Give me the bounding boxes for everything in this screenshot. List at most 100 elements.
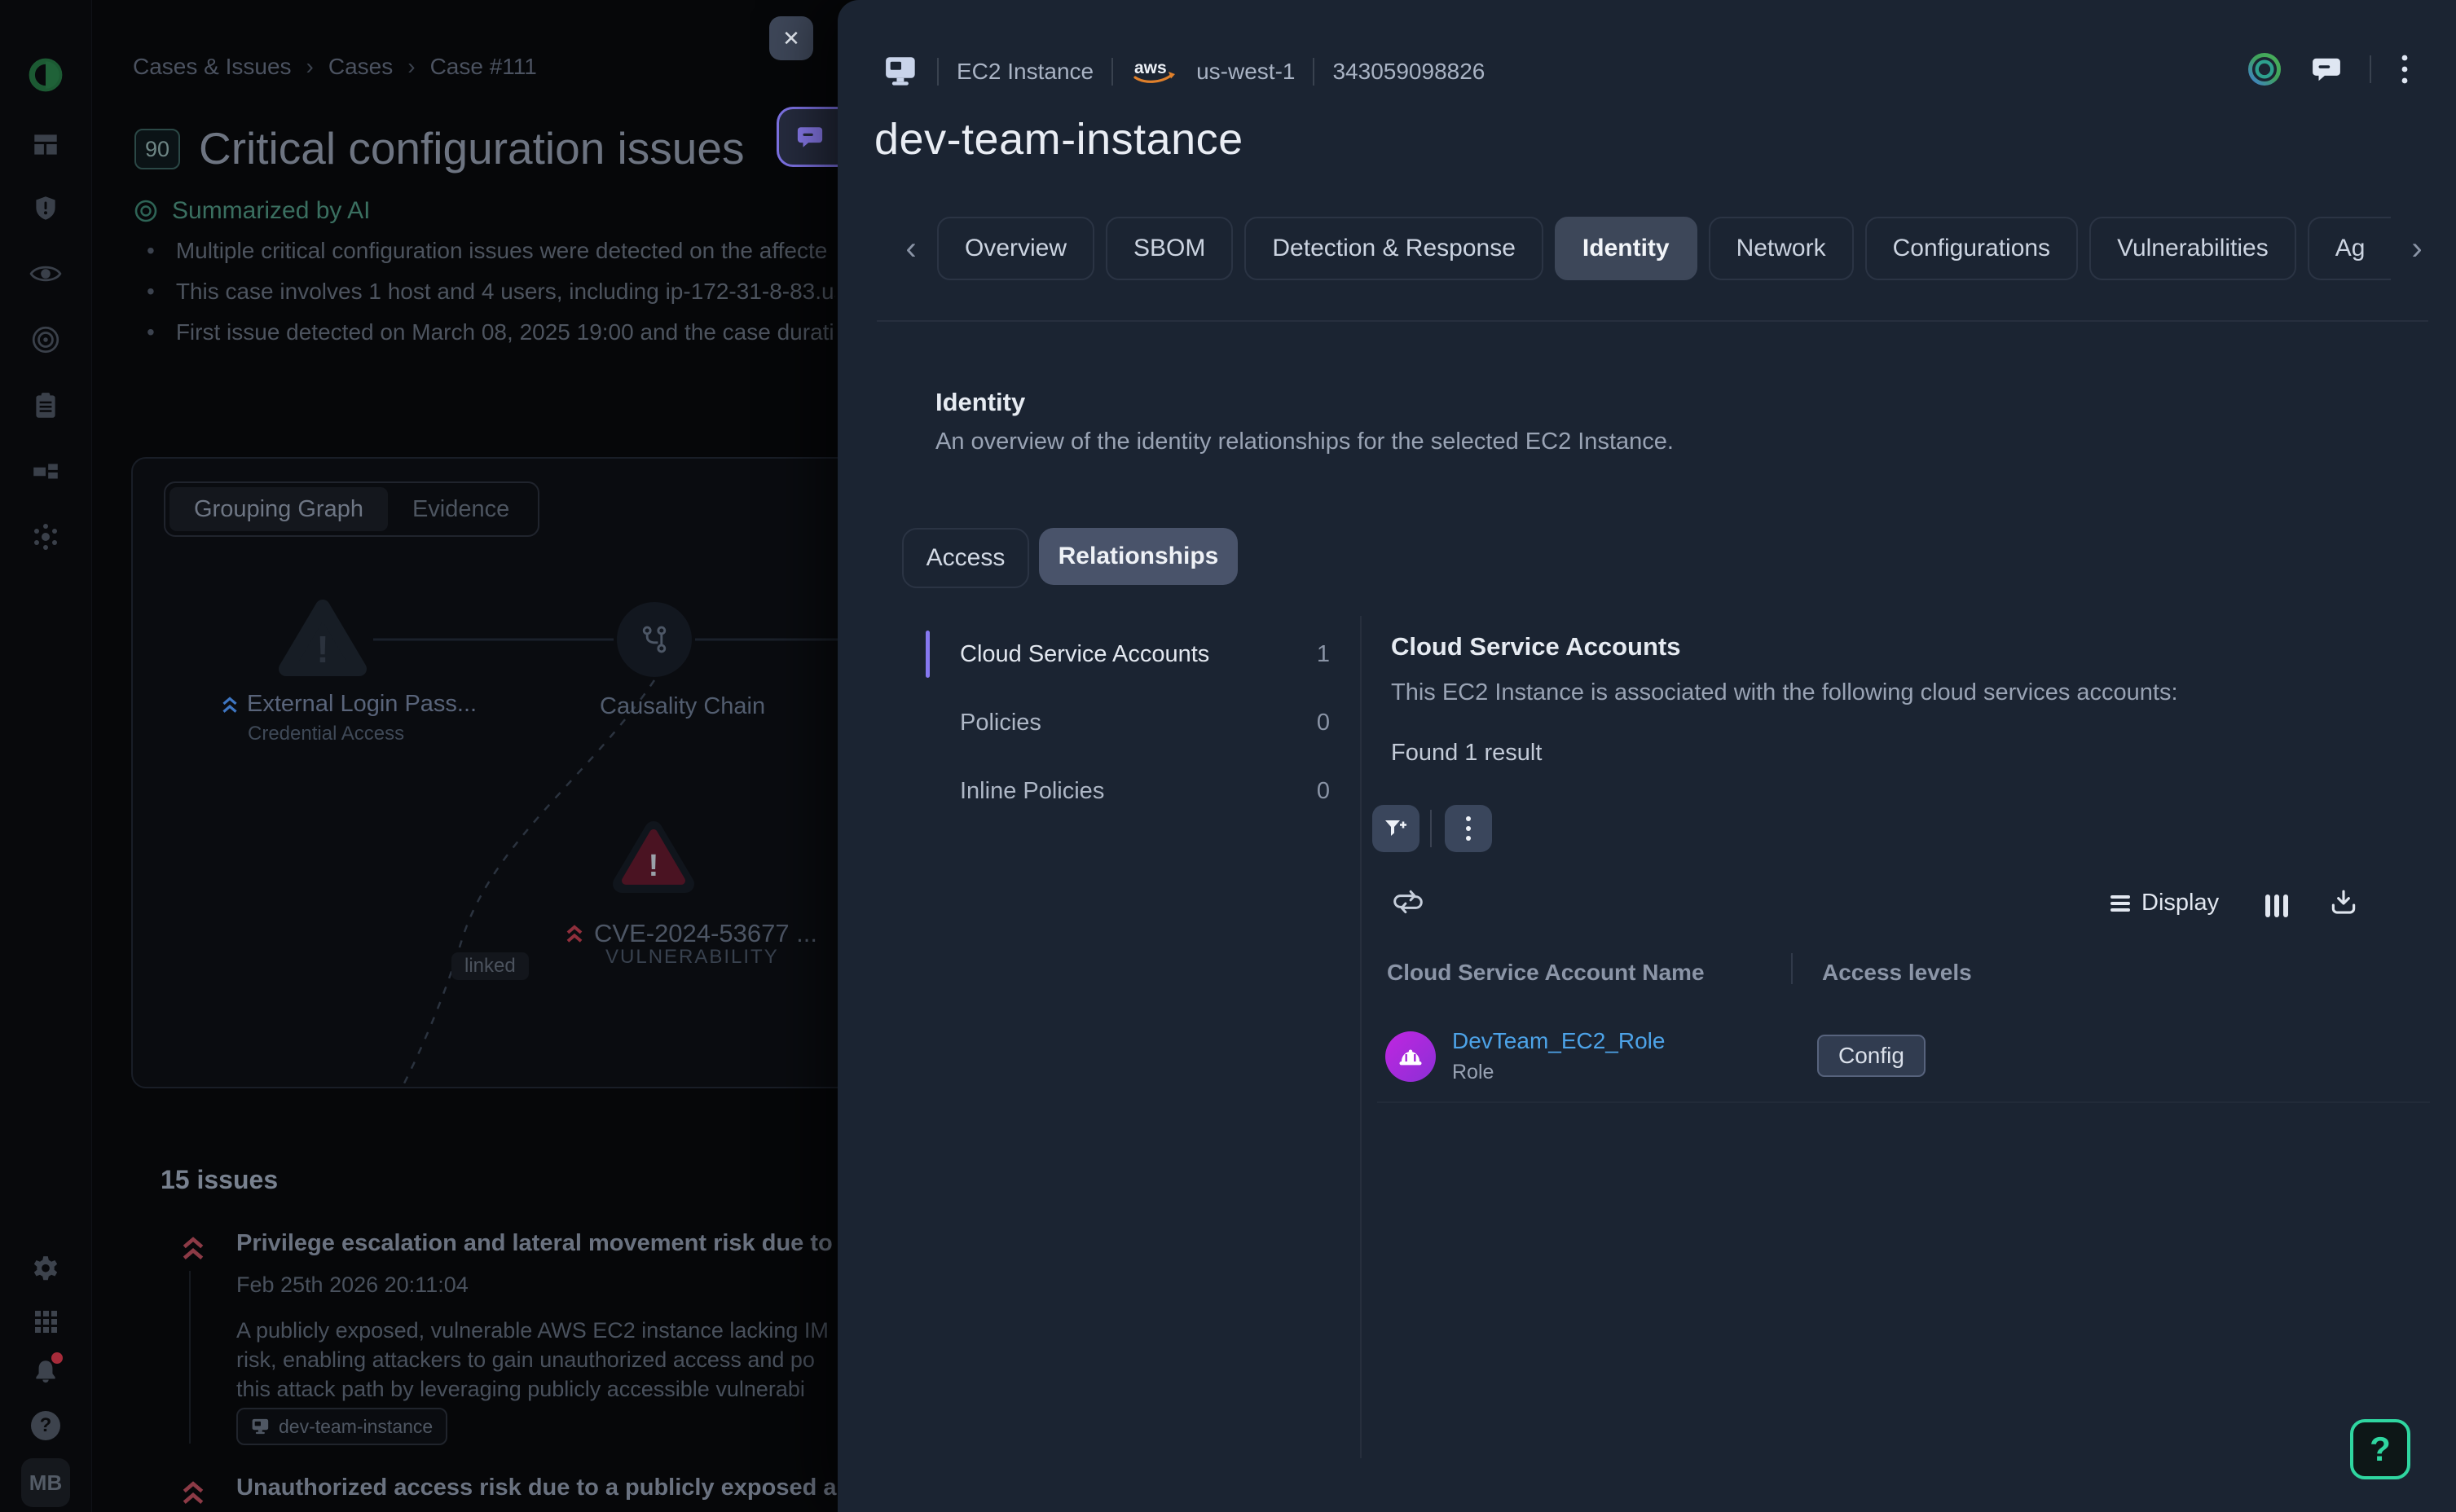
sidebar-item-notifications[interactable] [0,1347,91,1396]
ai-summary-bullet: • First issue detected on March 08, 2025… [147,319,835,345]
asset-drawer: EC2 Instance aws us-west-1 343059098826 [838,0,2456,1512]
cve-triangle-node[interactable]: ! [610,819,697,897]
user-avatar[interactable]: MB [21,1458,70,1507]
divider [877,320,2428,322]
tabs-scroll-left[interactable]: ‹ [896,230,926,268]
display-menu-button[interactable]: Display [2110,890,2219,916]
support-help-button[interactable]: ? [2350,1419,2410,1479]
nav-inline-policies[interactable]: Inline Policies 0 [924,760,1341,822]
nav-policies[interactable]: Policies 0 [924,692,1341,754]
chat-side-tab[interactable] [777,107,840,167]
account-id-label: 343059098826 [1332,59,1485,85]
comment-icon[interactable] [2311,55,2342,84]
columns-button[interactable] [2265,894,2288,917]
orca-logo[interactable] [0,51,91,99]
severity-chevrons-icon [221,693,239,716]
account-name-link[interactable]: DevTeam_EC2_Role [1452,1028,1665,1054]
access-level-badge[interactable]: Config [1817,1035,1926,1077]
cve-node-label-row: CVE-2024-53677 ... [565,919,817,948]
download-button[interactable] [2322,886,2365,923]
cve-node-label[interactable]: CVE-2024-53677 ... [594,919,817,948]
kebab-menu-icon[interactable] [2399,51,2410,87]
aws-logo: aws [1131,57,1178,86]
case-graph-card: Grouping Graph Evidence ! External Login… [131,457,857,1088]
tab-configurations[interactable]: Configurations [1865,217,2078,280]
toggle-relationships[interactable]: Relationships [1039,528,1238,585]
sidebar-item-inventory[interactable] [0,447,91,496]
svg-text:aws: aws [1134,59,1167,77]
alert-triangle-node[interactable]: ! [273,596,372,683]
dashboard-icon [30,129,61,160]
breadcrumb: Cases & Issues › Cases › Case #111 [133,54,537,80]
sidebar-item-discovery[interactable] [0,249,91,298]
breadcrumb-case-111[interactable]: Case #111 [430,54,537,80]
ai-summary-label: Summarized by AI [133,197,370,225]
divider [1430,810,1432,847]
tab-detection-response[interactable]: Detection & Response [1244,217,1543,280]
case-title: Critical configuration issues [199,122,847,174]
severity-chevrons-icon [179,1232,207,1264]
column-header-name[interactable]: Cloud Service Account Name [1387,960,1705,986]
sidebar-item-help[interactable]: ? [0,1401,91,1450]
add-filter-button[interactable] [1372,805,1419,852]
sidebar-item-dashboard[interactable] [0,120,91,169]
alert-node-label-row: External Login Pass... [221,691,477,718]
column-header-access-levels[interactable]: Access levels [1822,960,1972,986]
section-description: An overview of the identity relationship… [935,429,1674,455]
asset-type-label: EC2 Instance [957,59,1094,85]
clipboard-icon [30,390,61,421]
tab-overview[interactable]: Overview [937,217,1094,280]
tab-agents-clipped[interactable]: Ag [2308,217,2392,280]
count-badge: 1 [1317,641,1330,668]
tab-sbom[interactable]: SBOM [1106,217,1233,280]
drawer-header-actions [2246,51,2410,88]
chat-bubble-icon [796,124,824,150]
issue-title[interactable]: Unauthorized access risk due to a public… [236,1475,838,1501]
sidebar-item-settings[interactable] [0,1245,91,1294]
case-page-background: Cases & Issues › Cases › Case #111 90 Cr… [91,0,838,1512]
divider [1360,616,1362,1458]
asset-chip[interactable]: dev-team-instance [236,1408,447,1445]
shield-alert-icon [30,193,61,224]
close-drawer-button[interactable]: ✕ [769,16,813,60]
target-icon [30,324,61,355]
tabs-scroll-right[interactable]: › [2402,230,2432,268]
breadcrumb-separator: › [407,54,415,80]
causality-chain-node[interactable] [617,602,692,677]
monitor-icon [883,55,919,88]
sidebar-item-compliance[interactable] [0,381,91,430]
ai-summary-bullet: • This case involves 1 host and 4 users,… [147,279,835,305]
nav-cloud-service-accounts[interactable]: Cloud Service Accounts 1 [924,623,1341,685]
divider [2370,55,2371,83]
severity-chevrons-icon [565,921,584,946]
apps-grid-icon [31,1307,60,1336]
breadcrumb-cases-issues[interactable]: Cases & Issues [133,54,292,80]
help-circle-icon: ? [31,1411,60,1440]
result-count: Found 1 result [1391,740,1542,767]
table-options-button[interactable] [1445,805,1492,852]
alert-node-label[interactable]: External Login Pass... [247,691,477,718]
ai-sparkle-icon [133,198,159,224]
sidebar-item-apps[interactable] [0,1297,91,1346]
ai-rings-icon[interactable] [2246,51,2283,88]
breadcrumb-cases[interactable]: Cases [328,54,393,80]
tab-identity[interactable]: Identity [1555,217,1697,280]
tab-network[interactable]: Network [1709,217,1854,280]
sidebar-item-cluster[interactable] [0,512,91,561]
svg-text:!: ! [649,849,659,883]
sidebar-item-attack-paths[interactable] [0,315,91,364]
divider [1111,58,1113,86]
issue-title[interactable]: Privilege escalation and lateral movemen… [236,1230,838,1257]
issue-timestamp: Feb 25th 2026 20:11:04 [236,1272,838,1298]
download-icon [2327,887,2360,920]
sidebar-item-alerts[interactable] [0,184,91,233]
asset-title: dev-team-instance [874,114,1243,165]
svg-text:!: ! [316,628,328,670]
cluster-graph-icon [29,521,62,553]
tab-vulnerabilities[interactable]: Vulnerabilities [2089,217,2296,280]
toggle-access[interactable]: Access [902,528,1029,588]
ai-summary-bullet: • Multiple critical configuration issues… [147,238,835,264]
refresh-button[interactable] [1387,885,1429,921]
monitor-icon [251,1418,271,1435]
severity-chevrons-icon [179,1476,207,1509]
